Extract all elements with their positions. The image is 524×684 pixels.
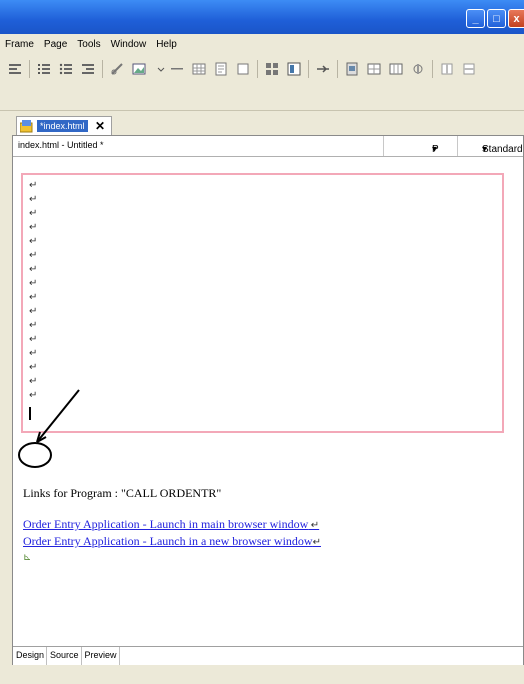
paragraph-return-mark: ↵ <box>29 390 38 401</box>
paragraph-return-mark: ↵ <box>29 194 38 205</box>
menu-tools[interactable]: Tools <box>72 39 105 50</box>
link-new-window[interactable]: Order Entry Application - Launch in a ne… <box>23 534 321 549</box>
close-window-button[interactable]: x <box>508 9 524 28</box>
formatting-toolbar <box>0 54 524 84</box>
paragraph-return-mark: ↵ <box>29 250 38 261</box>
horizontal-rule-icon[interactable] <box>170 62 184 76</box>
menu-page[interactable]: Page <box>39 39 72 50</box>
return-mark: ↵ <box>308 520 320 531</box>
menu-bar: Frame Page Tools Window Help <box>0 34 524 54</box>
font-style-dropdown[interactable]: Standard ▾ <box>457 136 524 156</box>
properties-icon[interactable] <box>411 62 425 76</box>
menu-window[interactable]: Window <box>106 39 152 50</box>
annotation-circle <box>18 442 52 468</box>
tab-index-html[interactable]: *index.html ✕ <box>16 116 112 135</box>
tab-label: *index.html <box>37 120 88 132</box>
content-frame[interactable]: ↵ ↵ ↵ ↵ ↵ ↵ ↵ ↵ ↵ ↵ ↵ ↵ ↵ ↵ ↵ ↵ <box>21 173 504 433</box>
paragraph-return-mark: ↵ <box>29 306 38 317</box>
document-tab-strip: *index.html ✕ <box>12 116 524 135</box>
insert-icon[interactable] <box>316 62 330 76</box>
toolbar-separator <box>337 60 338 78</box>
html-file-icon <box>19 120 34 133</box>
paragraph-return-mark: ↵ <box>29 236 38 247</box>
paragraph-return-mark: ↵ <box>29 362 38 373</box>
path-bar: index.html - Untitled * P ▾ Standard ▾ <box>13 136 523 157</box>
indent-icon[interactable] <box>81 62 95 76</box>
toolbar-band <box>0 84 524 111</box>
text-cursor <box>29 407 31 420</box>
table-icon[interactable] <box>192 62 206 76</box>
grid-icon[interactable] <box>265 62 279 76</box>
chevron-down-icon[interactable] <box>154 62 165 76</box>
end-of-document-mark: ⊾ <box>23 552 32 563</box>
dropdown-arrow-icon: ▾ <box>482 144 488 155</box>
paragraph-return-mark: ↵ <box>29 180 38 191</box>
split-cells-icon[interactable] <box>389 62 403 76</box>
row-icon[interactable] <box>462 62 476 76</box>
link-icon[interactable] <box>110 62 124 76</box>
return-mark: ↵ <box>312 537 321 548</box>
bulleted-list-icon[interactable] <box>59 62 73 76</box>
view-tabs: Design Source Preview <box>13 646 523 665</box>
align-icon[interactable] <box>8 62 22 76</box>
editor-pane: index.html - Untitled * P ▾ Standard ▾ ↵… <box>12 135 524 665</box>
links-title: Links for Program : "CALL ORDENTR" <box>23 486 222 500</box>
tab-preview[interactable]: Preview <box>82 647 120 665</box>
document-path: index.html - Untitled * <box>18 140 104 150</box>
tab-source[interactable]: Source <box>47 647 82 665</box>
form-icon[interactable] <box>214 62 228 76</box>
minimize-button[interactable]: _ <box>466 9 485 28</box>
paragraph-style-dropdown[interactable]: P ▾ <box>383 136 456 156</box>
maximize-icon: □ <box>493 12 500 25</box>
menu-frame[interactable]: Frame <box>0 39 39 50</box>
paragraph-return-mark: ↵ <box>29 222 38 233</box>
minimize-icon: _ <box>472 12 479 25</box>
table-edit-icon[interactable] <box>367 62 381 76</box>
frame-icon[interactable] <box>236 62 250 76</box>
paragraph-return-mark: ↵ <box>29 278 38 289</box>
toolbar-separator <box>257 60 258 78</box>
numbered-list-icon[interactable] <box>37 62 51 76</box>
paragraph-return-mark: ↵ <box>29 334 38 345</box>
image-icon[interactable] <box>132 62 146 76</box>
toolbar-separator <box>29 60 30 78</box>
maximize-button[interactable]: □ <box>487 9 506 28</box>
paragraph-return-mark: ↵ <box>29 376 38 387</box>
dropdown-arrow-icon: ▾ <box>432 144 438 155</box>
title-bar: _ □ x <box>0 0 524 34</box>
page-icon[interactable] <box>345 62 359 76</box>
menu-help[interactable]: Help <box>151 39 182 50</box>
toolbar-separator <box>102 60 103 78</box>
tab-design[interactable]: Design <box>13 647 48 665</box>
column-icon[interactable] <box>440 62 454 76</box>
annotation-arrow-head <box>36 431 47 443</box>
toolbar-separator <box>308 60 309 78</box>
layout-icon[interactable] <box>287 62 301 76</box>
paragraph-return-mark: ↵ <box>29 320 38 331</box>
close-tab-icon[interactable]: ✕ <box>95 119 105 133</box>
paragraph-return-mark: ↵ <box>29 292 38 303</box>
paragraph-return-mark: ↵ <box>29 208 38 219</box>
link-main-window[interactable]: Order Entry Application - Launch in main… <box>23 517 319 532</box>
close-icon: x <box>513 12 520 25</box>
paragraph-return-mark: ↵ <box>29 348 38 359</box>
toolbar-separator <box>432 60 433 78</box>
paragraph-return-mark: ↵ <box>29 264 38 275</box>
